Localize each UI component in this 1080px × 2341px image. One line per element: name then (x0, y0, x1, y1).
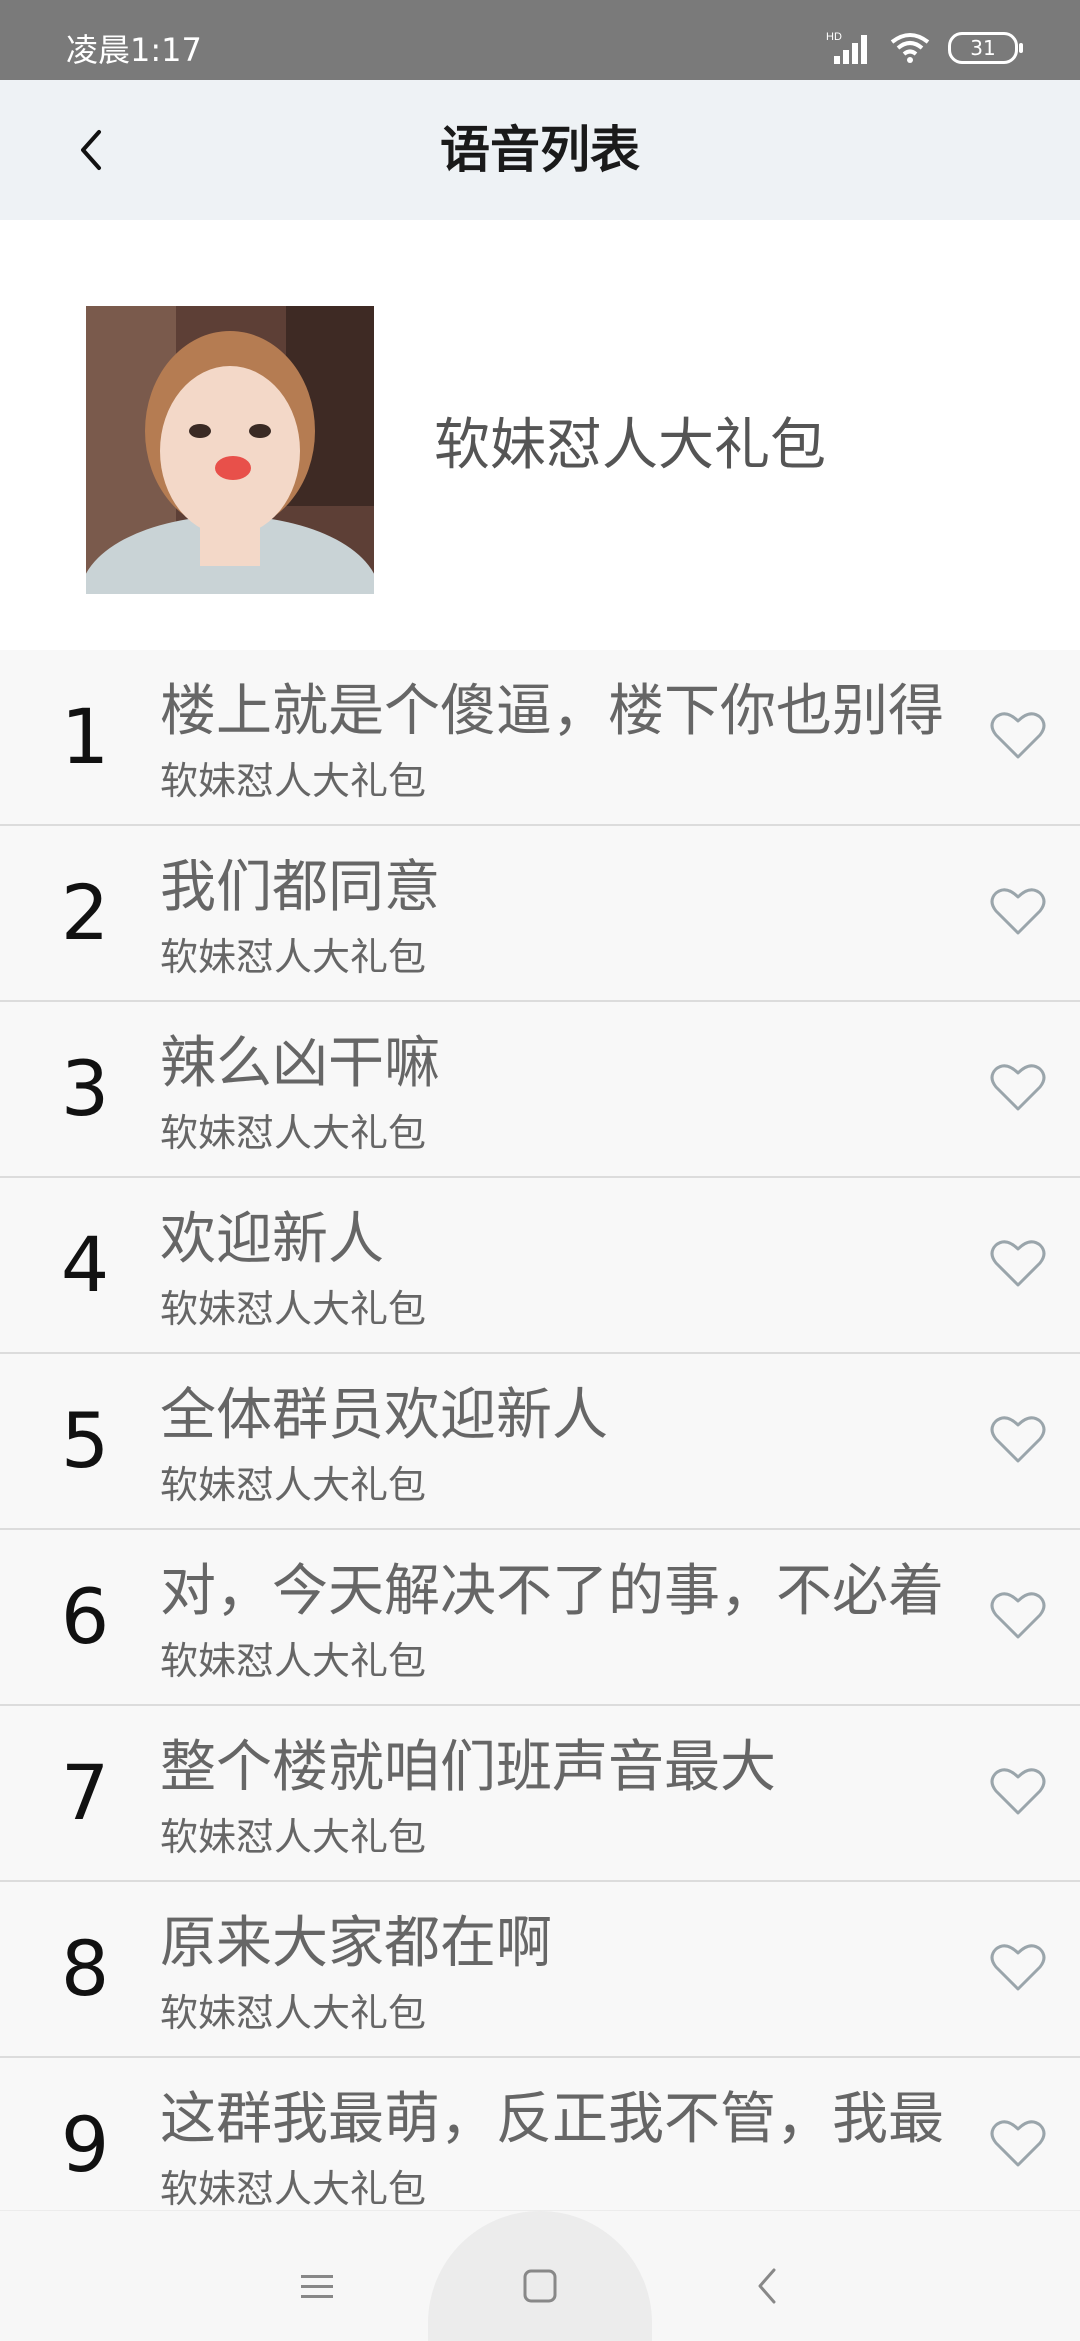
item-subtitle: 软妹怼人大礼包 (160, 1111, 427, 1155)
voice-list: 1 楼上就是个傻逼，楼下你也别得 软妹怼人大礼包 2 我们都同意 软妹怼人大礼包… (0, 650, 1080, 2234)
item-subtitle: 软妹怼人大礼包 (160, 2167, 427, 2211)
item-subtitle: 软妹怼人大礼包 (160, 1287, 427, 1331)
item-number: 8 (60, 1924, 110, 2013)
item-subtitle: 软妹怼人大礼包 (160, 935, 427, 979)
heart-outline-icon[interactable] (988, 1233, 1048, 1293)
home-button[interactable] (485, 2231, 595, 2341)
list-item[interactable]: 2 我们都同意 软妹怼人大礼包 (0, 826, 1080, 1002)
menu-button[interactable] (262, 2231, 372, 2341)
network-label: HD (826, 31, 842, 43)
nav-back-button[interactable] (712, 2231, 822, 2341)
heart-outline-icon[interactable] (988, 1761, 1048, 1821)
item-number: 5 (60, 1396, 110, 1485)
heart-outline-icon[interactable] (988, 1057, 1048, 1117)
menu-icon (301, 2275, 333, 2298)
item-title: 这群我最萌，反正我不管，我最 (160, 2087, 944, 2152)
item-subtitle: 软妹怼人大礼包 (160, 1463, 427, 1507)
triangle-back-icon (758, 2268, 776, 2304)
list-item[interactable]: 5 全体群员欢迎新人 软妹怼人大礼包 (0, 1354, 1080, 1530)
back-button[interactable] (50, 110, 130, 190)
list-item[interactable]: 8 原来大家都在啊 软妹怼人大礼包 (0, 1882, 1080, 2058)
item-number: 4 (60, 1220, 110, 1309)
list-item[interactable]: 9 这群我最萌，反正我不管，我最 软妹怼人大礼包 (0, 2058, 1080, 2234)
item-subtitle: 软妹怼人大礼包 (160, 759, 427, 803)
heart-outline-icon[interactable] (988, 705, 1048, 765)
item-title: 全体群员欢迎新人 (160, 1383, 608, 1448)
list-item[interactable]: 6 对，今天解决不了的事，不必着 软妹怼人大礼包 (0, 1530, 1080, 1706)
album-cover (86, 306, 374, 594)
heart-outline-icon[interactable] (988, 2113, 1048, 2173)
item-title: 整个楼就咱们班声音最大 (160, 1735, 776, 1800)
item-number: 6 (60, 1572, 110, 1661)
item-number: 7 (60, 1748, 110, 1837)
item-number: 1 (60, 692, 110, 781)
item-title: 欢迎新人 (160, 1207, 384, 1272)
item-title: 楼上就是个傻逼，楼下你也别得 (160, 679, 944, 744)
list-item[interactable]: 3 辣么凶干嘛 软妹怼人大礼包 (0, 1002, 1080, 1178)
signal-icon: HD (826, 31, 867, 64)
item-number: 9 (60, 2100, 110, 2189)
item-title: 原来大家都在啊 (160, 1911, 552, 1976)
wifi-icon (890, 33, 930, 63)
list-item[interactable]: 7 整个楼就咱们班声音最大 软妹怼人大礼包 (0, 1706, 1080, 1882)
item-title: 辣么凶干嘛 (160, 1031, 440, 1096)
item-subtitle: 软妹怼人大礼包 (160, 1815, 427, 1859)
heart-outline-icon[interactable] (988, 1409, 1048, 1469)
item-number: 3 (60, 1044, 110, 1133)
item-title: 对，今天解决不了的事，不必着 (160, 1559, 944, 1624)
app-header: 语音列表 (0, 80, 1080, 220)
item-title: 我们都同意 (160, 855, 440, 920)
heart-outline-icon[interactable] (988, 1937, 1048, 1997)
battery-indicator: 31 (948, 32, 1023, 64)
item-number: 2 (60, 868, 110, 957)
heart-outline-icon[interactable] (988, 1585, 1048, 1645)
chevron-left-icon (81, 130, 101, 170)
status-bar: 凌晨1:17 HD 31 (0, 0, 1080, 80)
list-item[interactable]: 4 欢迎新人 软妹怼人大礼包 (0, 1178, 1080, 1354)
page-title: 语音列表 (440, 121, 640, 179)
item-subtitle: 软妹怼人大礼包 (160, 1639, 427, 1683)
item-subtitle: 软妹怼人大礼包 (160, 1991, 427, 2035)
album-header: 软妹怼人大礼包 (0, 220, 1080, 650)
status-icons: HD 31 (826, 28, 1023, 68)
heart-outline-icon[interactable] (988, 881, 1048, 941)
square-icon (523, 2269, 557, 2303)
album-name: 软妹怼人大礼包 (434, 413, 826, 478)
list-item[interactable]: 1 楼上就是个傻逼，楼下你也别得 软妹怼人大礼包 (0, 650, 1080, 826)
system-nav-bar (0, 2210, 1080, 2341)
